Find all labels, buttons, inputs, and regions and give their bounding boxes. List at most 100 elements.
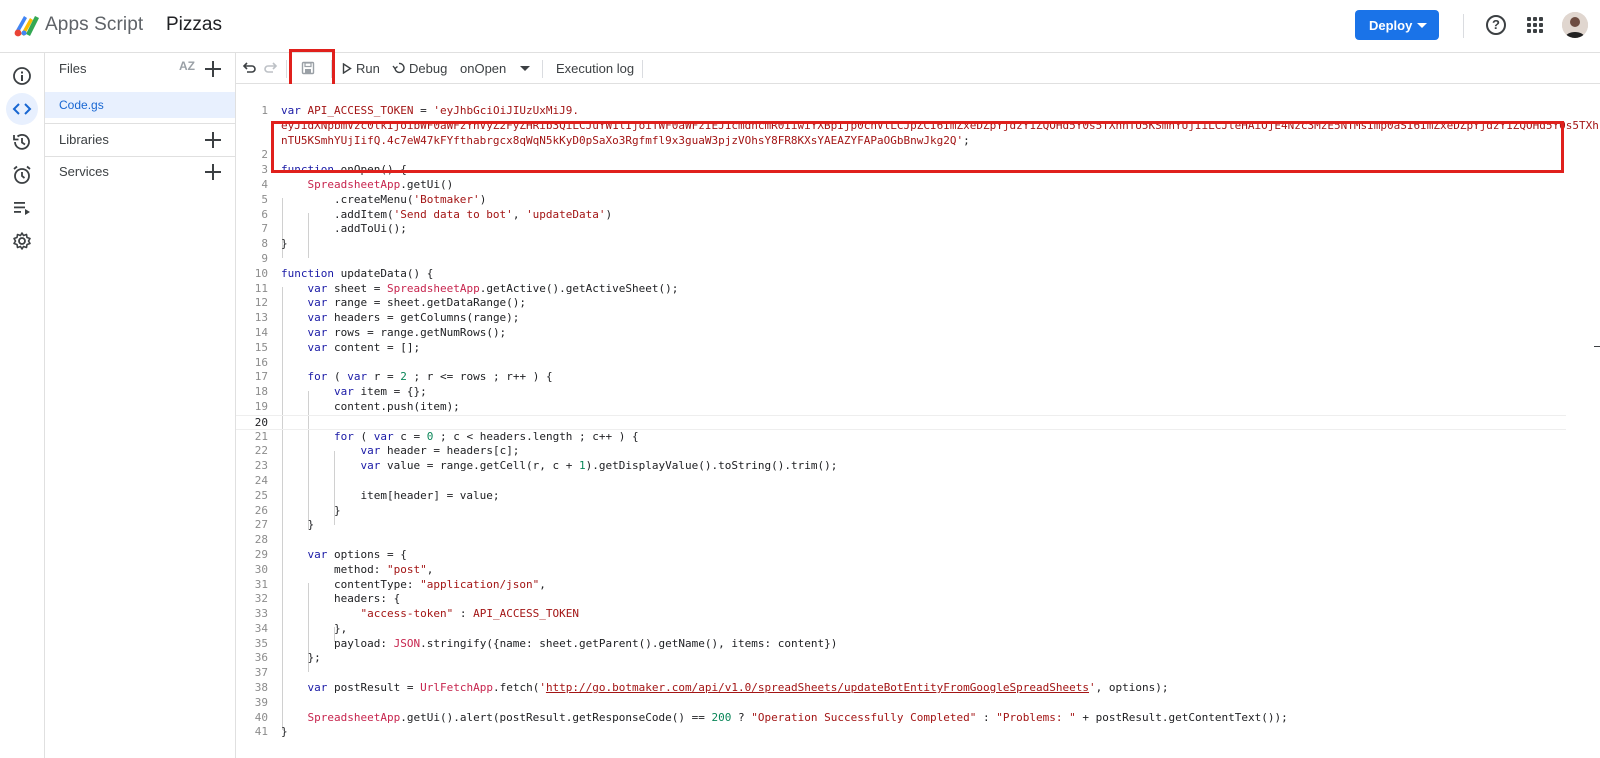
code-text: var value = range.getCell(r, c + 1).getD… xyxy=(360,459,838,473)
help-icon[interactable]: ? xyxy=(1486,15,1506,35)
code-line[interactable]: 30 method: "post", xyxy=(236,563,1566,578)
code-line[interactable]: 22 var header = headers[c]; xyxy=(236,444,1566,459)
code-text: SpreadsheetApp.getUi() xyxy=(307,177,454,191)
line-number: 5 xyxy=(261,192,268,206)
code-line[interactable]: 15 var content = []; xyxy=(236,341,1566,356)
project-name[interactable]: Pizzas xyxy=(166,14,222,36)
triggers-icon[interactable] xyxy=(6,159,38,191)
code-text: var postResult = UrlFetchApp.fetch('http… xyxy=(307,681,1169,695)
code-line[interactable]: 21 for ( var c = 0 ; c < headers.length … xyxy=(236,430,1566,445)
code-line[interactable]: 25 item[header] = value; xyxy=(236,489,1566,504)
code-text: .createMenu('Botmaker') xyxy=(281,192,487,206)
undo-icon[interactable] xyxy=(242,61,256,75)
code-line[interactable]: 11 var sheet = SpreadsheetApp.getActive(… xyxy=(236,282,1566,297)
code-line[interactable]: 18 var item = {}; xyxy=(236,385,1566,400)
line-number: 14 xyxy=(254,325,268,339)
deploy-button[interactable]: Deploy xyxy=(1355,10,1439,40)
files-label: Files xyxy=(59,61,87,76)
code-line[interactable]: 28 xyxy=(236,533,1566,548)
code-line[interactable]: 16 xyxy=(236,356,1566,371)
code-line[interactable]: 41} xyxy=(236,725,1566,740)
code-line-current[interactable]: 20 xyxy=(236,414,1566,430)
code-line[interactable]: 1 var API_ACCESS_TOKEN = 'eyJhbGciOiJIUzU… xyxy=(236,104,1566,119)
chevron-down-icon[interactable] xyxy=(520,66,530,71)
settings-icon[interactable] xyxy=(6,225,38,257)
apps-script-logo-icon[interactable] xyxy=(12,12,42,38)
code-line[interactable]: 33 "access-token" : API_ACCESS_TOKEN xyxy=(236,607,1566,622)
code-line[interactable]: 12 var range = sheet.getDataRange(); xyxy=(236,296,1566,311)
code-line[interactable]: 37 xyxy=(236,666,1566,681)
add-library-icon[interactable] xyxy=(205,132,221,148)
code-line[interactable]: 32 headers: { xyxy=(236,592,1566,607)
code-line[interactable]: 26 } xyxy=(236,504,1566,519)
line-number: 7 xyxy=(261,222,268,236)
services-label: Services xyxy=(59,164,109,179)
code-text: method: "post", xyxy=(281,562,434,576)
line-number: 35 xyxy=(254,636,268,650)
code-line[interactable]: 14 var rows = range.getNumRows(); xyxy=(236,326,1566,341)
code-editor[interactable]: 1 var API_ACCESS_TOKEN = 'eyJhbGciOiJIUzU… xyxy=(236,84,1600,758)
line-number: 31 xyxy=(254,577,268,591)
code-line[interactable]: 36 }; xyxy=(236,651,1566,666)
debug-button[interactable]: Debug xyxy=(409,61,447,76)
code-line[interactable]: 5 .createMenu('Botmaker') xyxy=(236,193,1566,208)
code-text: headers: { xyxy=(281,592,401,606)
function-select[interactable]: onOpen xyxy=(460,61,506,76)
code-line[interactable]: 38 var postResult = UrlFetchApp.fetch('h… xyxy=(236,681,1566,696)
add-service-icon[interactable] xyxy=(205,164,221,180)
save-highlight-box xyxy=(289,49,335,87)
code-text: var options = { xyxy=(307,547,407,561)
services-header[interactable]: Services xyxy=(45,156,235,188)
deploy-label: Deploy xyxy=(1369,17,1413,33)
code-line[interactable]: 13 var headers = getColumns(range); xyxy=(236,311,1566,326)
overview-icon[interactable] xyxy=(6,60,38,92)
execution-log-button[interactable]: Execution log xyxy=(556,61,634,76)
line-number: 41 xyxy=(254,725,268,739)
line-number: 3 xyxy=(261,163,268,177)
code-line[interactable]: 7 .addToUi(); xyxy=(236,222,1566,237)
code-line[interactable]: 4 SpreadsheetApp.getUi() xyxy=(236,178,1566,193)
code-line[interactable]: 39 xyxy=(236,696,1566,711)
code-line[interactable]: 10 function updateData() { xyxy=(236,267,1566,282)
top-bar: Apps Script Pizzas Deploy ? xyxy=(0,0,1600,52)
code-line[interactable]: 9 xyxy=(236,252,1566,267)
add-file-icon[interactable] xyxy=(205,61,221,77)
code-line[interactable]: 19 content.push(item); xyxy=(236,400,1566,415)
run-button[interactable]: Run xyxy=(356,61,380,76)
executions-icon[interactable] xyxy=(6,192,38,224)
code-line[interactable]: 34 }, xyxy=(236,622,1566,637)
code-line[interactable]: 23 var value = range.getCell(r, c + 1).g… xyxy=(236,459,1566,474)
code-line[interactable]: 27 } xyxy=(236,518,1566,533)
code-text: }; xyxy=(281,651,321,665)
editor-icon[interactable] xyxy=(6,93,38,125)
code-line[interactable]: 17 for ( var r = 2 ; r <= rows ; r++ ) { xyxy=(236,370,1566,385)
code-line[interactable]: 29 var options = { xyxy=(236,548,1566,563)
code-text: var range = sheet.getDataRange(); xyxy=(307,296,527,310)
line-number: 6 xyxy=(261,207,268,221)
libraries-label: Libraries xyxy=(59,132,109,147)
code-text: var rows = range.getNumRows(); xyxy=(307,325,507,339)
chevron-down-icon xyxy=(1417,23,1427,28)
code-text: contentType: "application/json", xyxy=(281,577,546,591)
history-icon[interactable] xyxy=(6,126,38,158)
code-line[interactable]: 35 payload: JSON.stringify({name: sheet.… xyxy=(236,637,1566,652)
code-line[interactable]: 8} xyxy=(236,237,1566,252)
line-number: 10 xyxy=(254,266,268,280)
libraries-header[interactable]: Libraries xyxy=(45,124,235,156)
google-apps-icon[interactable] xyxy=(1527,17,1543,33)
code-line[interactable]: 40 SpreadsheetApp.getUi().alert(postResu… xyxy=(236,711,1566,726)
code-line[interactable]: 31 contentType: "application/json", xyxy=(236,578,1566,593)
code-text: function updateData() { xyxy=(281,266,434,280)
code-line[interactable]: 24 xyxy=(236,474,1566,489)
code-area[interactable]: 1 var API_ACCESS_TOKEN = 'eyJhbGciOiJIUzU… xyxy=(236,104,1599,740)
code-line[interactable]: 6 .addItem('Send data to bot', 'updateDa… xyxy=(236,208,1566,223)
redo-icon[interactable] xyxy=(264,61,278,75)
file-item-code-gs[interactable]: Code.gs xyxy=(45,92,235,118)
line-number: 38 xyxy=(254,681,268,695)
divider xyxy=(642,60,643,78)
sort-az-icon[interactable]: AZ xyxy=(179,59,195,73)
line-number: 19 xyxy=(254,399,268,413)
app-name[interactable]: Apps Script xyxy=(45,14,143,36)
code-text: for ( var c = 0 ; c < headers.length ; c… xyxy=(333,429,639,443)
avatar[interactable] xyxy=(1562,12,1588,38)
